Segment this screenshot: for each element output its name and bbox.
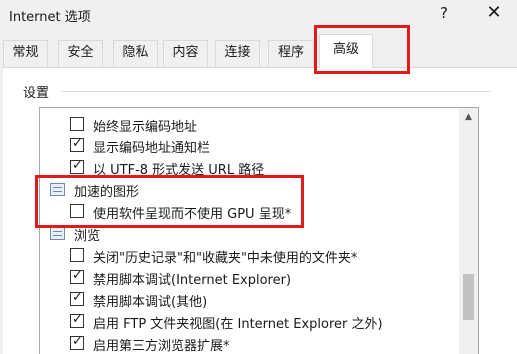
checkmark-icon: ✓ (72, 158, 83, 173)
settings-list[interactable]: 始终显示编码地址 ✓ 显示编码地址通知栏 ✓ 以 UTF-8 形式发送 URL … (39, 107, 479, 354)
scroll-up-icon[interactable]: ▲ (459, 108, 478, 126)
tab-privacy[interactable]: 隐私 (113, 40, 158, 67)
tab-strip: 常规 安全 隐私 内容 连接 程序 高级 (3, 34, 517, 68)
list-item[interactable]: 使用软件呈现而不使用 GPU 呈现* (40, 201, 460, 223)
checkbox[interactable]: ✓ (70, 312, 84, 328)
checkmark-icon: ✓ (72, 290, 83, 305)
checkmark-icon: ✓ (72, 268, 83, 283)
help-button[interactable]: ? (432, 4, 456, 24)
tab-general[interactable]: 常规 (3, 40, 48, 67)
advanced-panel: 设置 始终显示编码地址 ✓ 显示编码地址通知栏 ✓ 以 UTF-8 形式发送 U… (3, 67, 517, 354)
list-item[interactable]: ✓ 禁用脚本调试(Internet Explorer) (40, 267, 460, 289)
list-item[interactable]: ✓ 启用第三方浏览器扩展* (40, 333, 460, 354)
list-item[interactable]: 始终显示编码地址 (40, 114, 460, 136)
tab-advanced[interactable]: 高级 (319, 34, 373, 68)
browsing-icon (50, 227, 65, 240)
list-item[interactable]: ✓ 禁用脚本调试(其他) (40, 289, 460, 311)
checkbox[interactable]: ✓ (70, 158, 84, 174)
checkbox[interactable] (70, 248, 84, 262)
category-accelerated-graphics: 加速的图形 (40, 179, 460, 201)
checkbox[interactable]: ✓ (70, 268, 84, 284)
list-item[interactable]: ✓ 以 UTF-8 形式发送 URL 路径 (40, 157, 460, 179)
checkbox[interactable]: ✓ (70, 334, 84, 350)
list-item[interactable]: ✓ 显示编码地址通知栏 (40, 135, 460, 157)
settings-section-label: 设置 (23, 86, 50, 101)
tab-programs[interactable]: 程序 (268, 40, 314, 67)
list-item[interactable]: ✓ 启用 FTP 文件夹视图(在 Internet Explorer 之外) (40, 311, 460, 333)
accelerated-graphics-icon (50, 183, 65, 196)
category-browsing: 浏览 (40, 223, 460, 245)
close-button[interactable]: ✕ (482, 2, 506, 24)
scroll-thumb[interactable] (463, 274, 474, 320)
checkmark-icon: ✓ (72, 312, 83, 327)
tab-content[interactable]: 内容 (163, 40, 208, 67)
window-title: Internet 选项 (9, 10, 91, 25)
section-divider (61, 91, 491, 92)
checkmark-icon: ✓ (72, 136, 83, 151)
tab-connections[interactable]: 连接 (215, 40, 260, 67)
checkbox[interactable]: ✓ (70, 136, 84, 152)
title-bar: Internet 选项 ? ✕ (0, 0, 517, 30)
checkbox[interactable] (70, 117, 84, 131)
checkmark-icon: ✓ (72, 334, 83, 349)
checkbox[interactable]: ✓ (70, 290, 84, 306)
tab-security[interactable]: 安全 (58, 40, 103, 67)
list-item[interactable]: 关闭"历史记录"和"收藏夹"中未使用的文件夹* (40, 245, 460, 267)
vertical-scrollbar[interactable]: ▲ (459, 108, 478, 354)
checkbox[interactable] (70, 204, 84, 218)
